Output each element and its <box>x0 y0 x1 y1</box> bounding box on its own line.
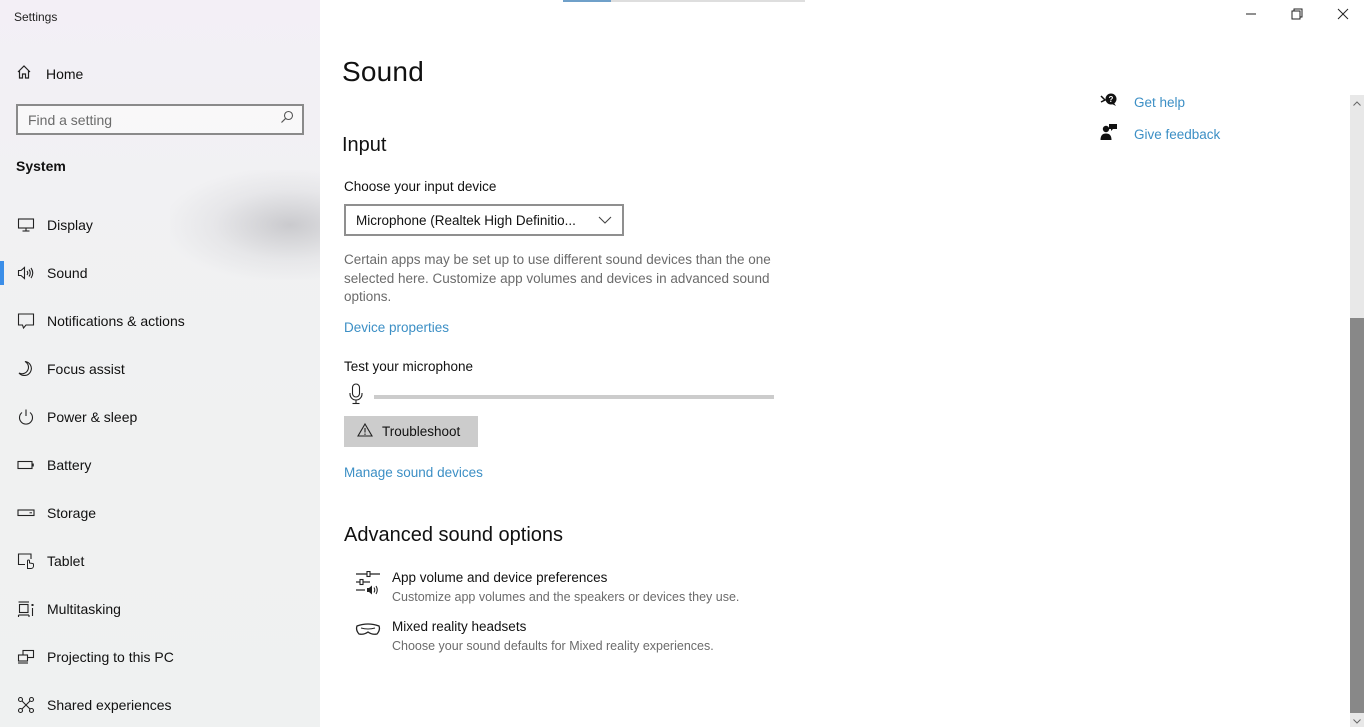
sidebar-item-label: Notifications & actions <box>47 313 185 329</box>
sidebar-item-shared-experiences[interactable]: Shared experiences <box>0 681 320 727</box>
scroll-down-button[interactable] <box>1350 713 1364 727</box>
sidebar-item-label: Battery <box>47 457 92 473</box>
search-icon[interactable] <box>280 110 294 129</box>
multitasking-icon <box>16 599 36 619</box>
notification-icon <box>16 311 36 331</box>
input-device-label: Choose your input device <box>344 179 497 194</box>
home-icon <box>16 64 32 85</box>
projecting-icon <box>16 647 36 667</box>
app-volume-subtitle: Customize app volumes and the speakers o… <box>392 590 740 604</box>
give-feedback-icon <box>1100 123 1118 146</box>
give-feedback-link[interactable]: Give feedback <box>1100 123 1220 146</box>
sidebar-item-battery[interactable]: Battery <box>0 441 320 489</box>
troubleshoot-label: Troubleshoot <box>382 424 461 439</box>
page-title: Sound <box>342 56 424 87</box>
output-volume-slider-partial[interactable] <box>563 0 805 2</box>
input-description: Certain apps may be set up to use differ… <box>344 252 771 304</box>
sidebar-item-tablet[interactable]: Tablet <box>0 537 320 585</box>
app-volume-preferences-item[interactable]: App volume and device preferences Custom… <box>354 569 739 607</box>
close-button[interactable] <box>1320 0 1364 32</box>
input-heading: Input <box>342 134 387 156</box>
manage-sound-devices-link[interactable]: Manage sound devices <box>344 465 483 480</box>
get-help-icon: ? <box>1100 92 1118 113</box>
search-box[interactable] <box>16 104 304 135</box>
search-input[interactable] <box>28 111 280 128</box>
warning-icon <box>357 422 373 440</box>
headset-icon <box>354 618 382 646</box>
restore-button[interactable] <box>1274 0 1320 32</box>
sidebar-item-label: Focus assist <box>47 361 125 377</box>
sidebar-item-label: Shared experiences <box>47 697 172 713</box>
speaker-icon <box>16 263 36 283</box>
app-title: Settings <box>14 10 58 24</box>
mixed-reality-headsets-item[interactable]: Mixed reality headsets Choose your sound… <box>354 618 714 656</box>
sidebar-item-storage[interactable]: Storage <box>0 489 320 537</box>
sidebar-item-power-sleep[interactable]: Power & sleep <box>0 393 320 441</box>
sidebar-item-projecting[interactable]: Projecting to this PC <box>0 633 320 681</box>
close-icon <box>1337 7 1349 25</box>
chevron-up-icon <box>1353 93 1361 111</box>
sidebar-item-label: Sound <box>47 265 88 281</box>
shared-experiences-icon <box>16 695 36 715</box>
display-icon <box>16 215 36 235</box>
battery-icon <box>16 455 36 475</box>
sidebar-item-notifications[interactable]: Notifications & actions <box>0 297 320 345</box>
sidebar-nav: Display Sound Notifications & actions Fo… <box>0 201 320 727</box>
sidebar-item-label: Storage <box>47 505 97 521</box>
sidebar: Settings Home System Display Sound <box>0 0 320 727</box>
give-feedback-label: Give feedback <box>1134 127 1221 142</box>
app-volume-icon <box>354 569 382 597</box>
chevron-down-icon <box>598 211 612 229</box>
get-help-link[interactable]: ? Get help <box>1100 92 1185 113</box>
device-properties-link[interactable]: Device properties <box>344 320 449 335</box>
sidebar-item-label: Multitasking <box>47 601 121 617</box>
svg-text:?: ? <box>1109 95 1114 104</box>
moon-icon <box>16 359 36 379</box>
sidebar-item-label: Tablet <box>47 553 85 569</box>
microphone-icon <box>348 383 364 410</box>
minimize-button[interactable] <box>1228 0 1274 32</box>
input-device-dropdown[interactable]: Microphone (Realtek High Definitio... <box>344 204 624 236</box>
scrollbar-thumb[interactable] <box>1350 318 1364 713</box>
output-volume-fill <box>563 0 612 2</box>
home-nav[interactable]: Home <box>16 63 83 85</box>
storage-icon <box>16 503 36 523</box>
app-volume-title: App volume and device preferences <box>392 570 608 585</box>
sidebar-item-focus-assist[interactable]: Focus assist <box>0 345 320 393</box>
section-label-system: System <box>16 158 66 174</box>
restore-icon <box>1291 7 1303 25</box>
microphone-level-row <box>348 383 774 410</box>
power-icon <box>16 407 36 427</box>
sidebar-item-sound[interactable]: Sound <box>0 249 320 297</box>
troubleshoot-button[interactable]: Troubleshoot <box>344 416 478 447</box>
test-microphone-label: Test your microphone <box>344 359 474 374</box>
vertical-scrollbar[interactable] <box>1350 95 1364 727</box>
advanced-sound-options-heading: Advanced sound options <box>344 524 564 546</box>
home-label: Home <box>46 66 84 82</box>
sidebar-item-display[interactable]: Display <box>0 201 320 249</box>
tablet-icon <box>16 551 36 571</box>
sidebar-item-multitasking[interactable]: Multitasking <box>0 585 320 633</box>
mixed-reality-title: Mixed reality headsets <box>392 619 527 634</box>
scroll-up-button[interactable] <box>1350 95 1364 109</box>
sidebar-item-label: Display <box>47 217 93 233</box>
microphone-level-meter <box>374 394 774 399</box>
get-help-label: Get help <box>1134 95 1186 110</box>
main-content: Sound Input Choose your input device Mic… <box>320 0 1364 727</box>
sidebar-item-label: Projecting to this PC <box>47 649 174 665</box>
sidebar-item-label: Power & sleep <box>47 409 138 425</box>
chevron-down-icon <box>1353 711 1361 727</box>
mixed-reality-subtitle: Choose your sound defaults for Mixed rea… <box>392 639 714 653</box>
minimize-icon <box>1245 7 1257 25</box>
input-device-value: Microphone (Realtek High Definitio... <box>356 212 576 228</box>
